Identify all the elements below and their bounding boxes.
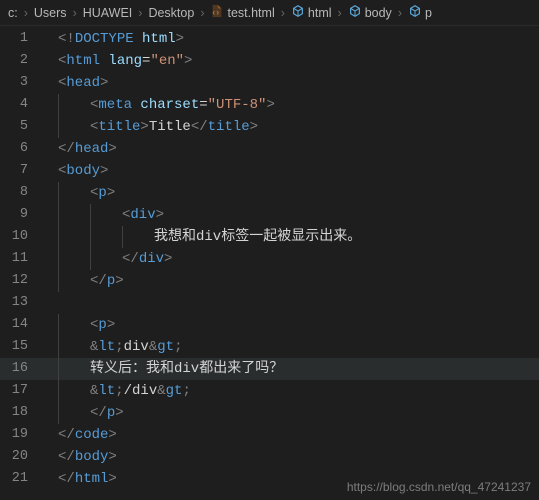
chevron-right-icon: › xyxy=(71,6,79,20)
code-content: <meta charset="UTF-8"> xyxy=(42,94,275,116)
code-line[interactable]: 6 </head> xyxy=(0,138,539,160)
line-number: 15 xyxy=(0,336,42,358)
breadcrumb-item[interactable]: body xyxy=(348,4,392,21)
line-number: 1 xyxy=(0,28,42,50)
line-number: 5 xyxy=(0,116,42,138)
code-content: <title>Title</title> xyxy=(42,116,258,138)
code-line[interactable]: 11 </div> xyxy=(0,248,539,270)
code-content: <p> xyxy=(42,314,115,336)
line-number: 14 xyxy=(0,314,42,336)
code-editor[interactable]: 1 <!DOCTYPE html>2 <html lang="en">3 <he… xyxy=(0,26,539,490)
code-content: 我想和div标签一起被显示出来。 xyxy=(42,226,361,248)
line-number: 16 xyxy=(0,358,42,380)
code-content: </div> xyxy=(42,248,172,270)
breadcrumb-label: HUAWEI xyxy=(83,6,133,20)
line-number: 7 xyxy=(0,160,42,182)
code-line[interactable]: 13 xyxy=(0,292,539,314)
breadcrumb-item[interactable]: p xyxy=(408,4,432,21)
line-number: 4 xyxy=(0,94,42,116)
code-content: </p> xyxy=(42,402,124,424)
code-content: <html lang="en"> xyxy=(42,50,192,72)
line-number: 11 xyxy=(0,248,42,270)
line-number: 8 xyxy=(0,182,42,204)
code-content: <p> xyxy=(42,182,115,204)
code-line[interactable]: 3 <head> xyxy=(0,72,539,94)
line-number: 6 xyxy=(0,138,42,160)
line-number: 9 xyxy=(0,204,42,226)
chevron-right-icon: › xyxy=(198,6,206,20)
code-content: 转义后：我和div都出来了吗？ xyxy=(42,358,283,380)
line-number: 13 xyxy=(0,292,42,314)
code-line[interactable]: 1 <!DOCTYPE html> xyxy=(0,28,539,50)
code-content: <head> xyxy=(42,72,108,94)
breadcrumb-item[interactable]: c: xyxy=(8,6,18,20)
breadcrumb-label: body xyxy=(365,6,392,20)
breadcrumb-label: Users xyxy=(34,6,67,20)
code-content: </p> xyxy=(42,270,124,292)
code-line[interactable]: 2 <html lang="en"> xyxy=(0,50,539,72)
code-line[interactable]: 18 </p> xyxy=(0,402,539,424)
code-content: &lt;div&gt; xyxy=(42,336,182,358)
symbol-icon xyxy=(408,4,422,21)
code-line[interactable]: 9 <div> xyxy=(0,204,539,226)
breadcrumb-label: p xyxy=(425,6,432,20)
code-line[interactable]: 14 <p> xyxy=(0,314,539,336)
code-line[interactable]: 8 <p> xyxy=(0,182,539,204)
code-line[interactable]: 19 </code> xyxy=(0,424,539,446)
symbol-icon xyxy=(348,4,362,21)
code-line[interactable]: 15 &lt;div&gt; xyxy=(0,336,539,358)
code-line[interactable]: 4 <meta charset="UTF-8"> xyxy=(0,94,539,116)
file-code-icon xyxy=(210,4,224,21)
line-number: 19 xyxy=(0,424,42,446)
line-number: 12 xyxy=(0,270,42,292)
breadcrumb-label: c: xyxy=(8,6,18,20)
breadcrumb-label: html xyxy=(308,6,332,20)
line-number: 21 xyxy=(0,468,42,490)
line-number: 3 xyxy=(0,72,42,94)
breadcrumb-item[interactable]: test.html xyxy=(210,4,274,21)
code-line[interactable]: 17 &lt;/div&gt; xyxy=(0,380,539,402)
code-content: &lt;/div&gt; xyxy=(42,380,191,402)
code-line[interactable]: 16 转义后：我和div都出来了吗？ xyxy=(0,358,539,380)
line-number: 10 xyxy=(0,226,42,248)
breadcrumb-item[interactable]: Users xyxy=(34,6,67,20)
symbol-icon xyxy=(291,4,305,21)
code-content: </body> xyxy=(42,446,117,468)
code-content: <body> xyxy=(42,160,108,182)
code-content xyxy=(42,292,58,314)
chevron-right-icon: › xyxy=(396,6,404,20)
code-content: </head> xyxy=(42,138,117,160)
breadcrumb-item[interactable]: Desktop xyxy=(148,6,194,20)
code-line[interactable]: 20 </body> xyxy=(0,446,539,468)
line-number: 2 xyxy=(0,50,42,72)
chevron-right-icon: › xyxy=(279,6,287,20)
breadcrumb-item[interactable]: HUAWEI xyxy=(83,6,133,20)
code-content: <!DOCTYPE html> xyxy=(42,28,184,50)
code-line[interactable]: 10 我想和div标签一起被显示出来。 xyxy=(0,226,539,248)
chevron-right-icon: › xyxy=(136,6,144,20)
chevron-right-icon: › xyxy=(336,6,344,20)
line-number: 17 xyxy=(0,380,42,402)
code-line[interactable]: 12 </p> xyxy=(0,270,539,292)
code-line[interactable]: 5 <title>Title</title> xyxy=(0,116,539,138)
breadcrumb: c:›Users›HUAWEI›Desktop›test.html›html›b… xyxy=(0,0,539,26)
breadcrumb-label: Desktop xyxy=(148,6,194,20)
code-content: <div> xyxy=(42,204,164,226)
chevron-right-icon: › xyxy=(22,6,30,20)
code-content: </code> xyxy=(42,424,117,446)
breadcrumb-label: test.html xyxy=(227,6,274,20)
breadcrumb-item[interactable]: html xyxy=(291,4,332,21)
code-content: </html> xyxy=(42,468,117,490)
code-line[interactable]: 7 <body> xyxy=(0,160,539,182)
line-number: 20 xyxy=(0,446,42,468)
watermark-text: https://blog.csdn.net/qq_47241237 xyxy=(347,480,531,494)
line-number: 18 xyxy=(0,402,42,424)
